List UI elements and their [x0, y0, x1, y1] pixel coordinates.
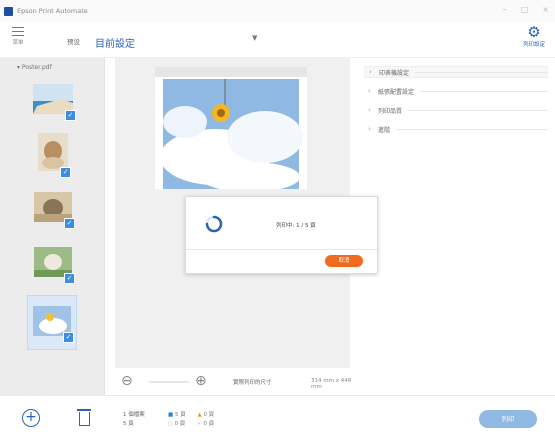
menu-button-label: 菜单 [12, 40, 24, 46]
toolbar: 菜单 预设 目前設定 ▼ ⚙ 列印設定 [0, 22, 555, 58]
zoom-out-icon[interactable]: ⊖ [121, 373, 133, 389]
bottom-bar: + 1 個檔案 5 頁 ■ 5 頁 ▲ 0 頁 ○ 0 頁 ✓ 0 頁 列印 [0, 395, 555, 439]
chevron-right-icon: › [368, 87, 371, 95]
thumbnail-image: ✓ [33, 84, 76, 121]
thumbnail-puppy[interactable]: ✓ [30, 241, 76, 287]
checkbox-checked-icon[interactable]: ✓ [65, 110, 76, 121]
app-title: Epson Print Automate [17, 7, 88, 15]
trash-icon-body [78, 412, 90, 426]
app-logo-icon [4, 6, 13, 16]
menu-item-label: 紙張配置設定 [378, 88, 415, 96]
print-settings-button[interactable]: ⚙ 列印設定 [517, 23, 551, 49]
divider [186, 249, 377, 250]
trash-icon [77, 409, 91, 411]
minimize-button[interactable]: – [503, 5, 507, 14]
app-window: Epson Print Automate – □ × 菜单 预设 目前設定 ▼ … [0, 0, 555, 439]
warning-icon: ▲ [197, 412, 202, 418]
divider [420, 90, 548, 92]
actual-size-label: 實際列印的尺寸 [233, 380, 272, 386]
plus-icon: + [25, 409, 37, 425]
page-status-counts: ■ 5 頁 ▲ 0 頁 ○ 0 頁 ✓ 0 頁 [168, 411, 224, 429]
settings-menu: › 印表機設定 › 紙張配置設定 › 列印品質 › 進階 [360, 58, 555, 395]
menu-item-label: 印表機設定 [379, 69, 410, 77]
files-count: 1 個檔案 [123, 412, 145, 418]
thumbnail-sea[interactable]: ✓ [30, 78, 76, 124]
preview-paper [155, 67, 307, 192]
circle-icon: ○ [168, 421, 173, 427]
print-settings-label: 列印設定 [522, 42, 545, 48]
thumbnail-dog[interactable]: ✓ [30, 131, 76, 178]
add-file-button[interactable]: + [22, 409, 40, 427]
menu-button[interactable]: 菜单 [8, 27, 28, 46]
checkbox-checked-icon[interactable]: ✓ [63, 331, 74, 343]
window-controls: – □ × [503, 5, 549, 14]
preview-image [160, 79, 303, 192]
maximize-button[interactable]: □ [521, 5, 529, 14]
stat-warning-value: 0 頁 [203, 412, 215, 418]
checkbox-checked-icon[interactable]: ✓ [60, 167, 71, 178]
chevron-right-icon: › [368, 125, 371, 133]
checkbox-checked-icon[interactable]: ✓ [64, 218, 75, 229]
chevron-down-icon: ▼ [252, 34, 258, 42]
zoom-in-icon[interactable]: ⊕ [195, 373, 207, 389]
preset-label: 预设 [67, 38, 80, 46]
stat-pending: ○ 0 頁 [168, 420, 185, 429]
job-summary: 1 個檔案 5 頁 [123, 411, 145, 429]
dog-photo [38, 133, 68, 171]
chevron-right-icon: › [369, 68, 372, 76]
divider [408, 109, 548, 111]
zoom-bar: ⊖ ⊕ 實際列印的尺寸 314 mm x 446 mm [115, 370, 355, 394]
printing-progress-dialog: 列印中: 1 / 5 頁 取消 [185, 196, 378, 274]
thumbnail-image: ✓ [34, 247, 75, 284]
thumbnail-cat[interactable]: ✓ [30, 186, 76, 232]
thumbnail-image: ✓ [38, 133, 71, 178]
print-button[interactable]: 列印 [479, 410, 537, 428]
close-button[interactable]: × [542, 5, 549, 14]
menu-item-label: 列印品質 [378, 107, 403, 115]
paper-rail [155, 67, 307, 77]
stat-done: ✓ 0 頁 [197, 420, 214, 429]
spinner-icon [205, 215, 223, 233]
checkbox-checked-icon[interactable]: ✓ [64, 273, 75, 284]
preset-value: 目前設定 [95, 39, 135, 50]
chevron-right-icon: › [368, 106, 371, 114]
file-list-panel: ▾ Poster.pdf ✓ ✓ ✓ ✓ ✓ [0, 58, 105, 395]
stat-warning: ▲ 0 頁 [197, 411, 214, 420]
stat-pending-value: 0 頁 [174, 421, 186, 427]
menu-item-print-quality[interactable]: › 列印品質 [368, 104, 548, 116]
file-header[interactable]: ▾ Poster.pdf [17, 64, 52, 71]
stat-done-value: 0 頁 [203, 421, 215, 427]
square-icon: ■ [168, 412, 174, 418]
menu-item-printer-settings[interactable]: › 印表機設定 [364, 66, 548, 78]
actual-size-value: 314 mm x 446 mm [311, 378, 352, 390]
hamburger-icon [12, 27, 24, 36]
stat-ready-value: 5 頁 [174, 412, 186, 418]
divider [396, 128, 548, 130]
menu-item-label: 進階 [378, 126, 391, 134]
gear-icon: ⚙ [527, 23, 541, 41]
cancel-button[interactable]: 取消 [325, 255, 363, 267]
check-icon: ✓ [197, 421, 202, 427]
pages-count: 5 頁 [123, 421, 134, 427]
thumbnail-image: ✓ [33, 305, 74, 343]
menu-item-advanced[interactable]: › 進階 [368, 123, 548, 135]
zoom-slider[interactable] [149, 381, 189, 383]
delete-button[interactable] [77, 409, 91, 427]
thumbnail-flower[interactable]: ✓ [27, 295, 77, 350]
preset-dropdown[interactable]: 目前設定 ▼ [95, 32, 265, 50]
printing-status: 列印中: 1 / 5 頁 [276, 223, 316, 229]
menu-item-layout-settings[interactable]: › 紙張配置設定 [368, 85, 548, 97]
stat-ready: ■ 5 頁 [168, 411, 186, 420]
divider [415, 71, 547, 73]
title-bar: Epson Print Automate – □ × [0, 0, 555, 22]
thumbnail-image: ✓ [34, 192, 75, 229]
file-name: Poster.pdf [21, 64, 52, 71]
